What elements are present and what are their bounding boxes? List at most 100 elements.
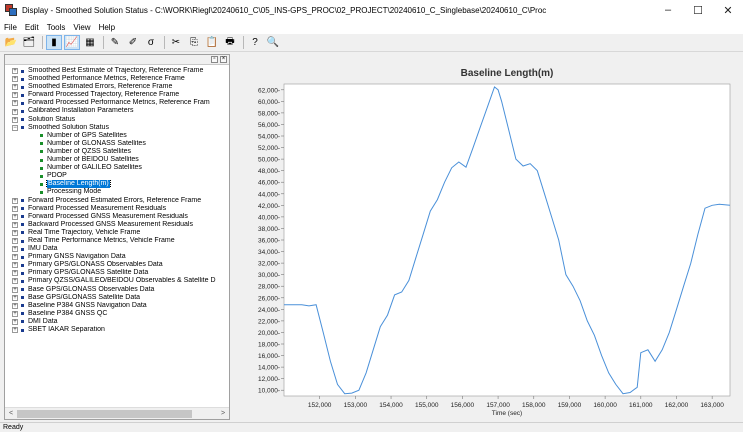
y-tick-label: 16,000- <box>258 353 280 360</box>
expand-icon[interactable]: + <box>12 108 18 115</box>
tree-item[interactable]: + Primary GPS/GLONASS Observables Data <box>5 261 229 269</box>
help-icon[interactable]: ? <box>247 35 263 50</box>
tree-item-label: Smoothed Solution Status <box>28 123 109 131</box>
close-button[interactable]: ✕ <box>713 0 743 20</box>
expand-icon[interactable]: + <box>12 327 18 334</box>
x-tick-label: 155,000 <box>415 402 439 409</box>
data-node-icon <box>21 320 24 324</box>
scroll-thumb[interactable] <box>17 410 192 418</box>
sigma-icon[interactable]: σ <box>143 35 159 50</box>
expand-icon[interactable]: + <box>12 100 18 107</box>
y-tick-label: 32,000- <box>258 261 280 268</box>
tree-child-item[interactable]: Baseline Length(m) <box>5 180 229 189</box>
tree-item[interactable]: + Forward Processed GNSS Measurement Resi… <box>5 213 229 221</box>
expand-icon[interactable]: + <box>12 229 18 236</box>
tree-child-item[interactable]: Processing Mode <box>5 188 229 196</box>
tree-child-item[interactable]: Number of QZSS Satellites <box>5 148 229 156</box>
tree-item-label: Base GPS/GLONASS Satellite Data <box>28 293 141 301</box>
horizontal-scrollbar[interactable]: < > <box>5 407 229 419</box>
tree-item[interactable]: + SBET IAKAR Separation <box>5 326 229 334</box>
expand-icon[interactable]: + <box>12 286 18 293</box>
expand-icon[interactable]: + <box>12 262 18 269</box>
minimize-button[interactable]: – <box>653 0 683 20</box>
paste-icon[interactable]: 📋 <box>204 35 220 50</box>
scroll-right-icon[interactable]: > <box>218 409 228 419</box>
expand-icon[interactable]: + <box>12 197 18 204</box>
expand-icon[interactable]: + <box>12 205 18 212</box>
y-tick-label: 26,000- <box>258 295 280 302</box>
tree-item[interactable]: + Forward Processed Estimated Errors, Ref… <box>5 197 229 205</box>
properties-icon[interactable]: 🗂 <box>21 35 37 50</box>
expand-icon[interactable]: + <box>12 92 18 99</box>
tree-item[interactable]: + Calibrated Installation Parameters <box>5 107 229 115</box>
expand-icon[interactable]: + <box>12 116 18 123</box>
data-node-icon <box>40 158 43 162</box>
table-view-icon[interactable]: ▦ <box>82 35 98 50</box>
tree-item[interactable]: + Baseline P384 GNSS QC <box>5 310 229 318</box>
tree-item[interactable]: + Base GPS/GLONASS Observables Data <box>5 286 229 294</box>
expand-icon[interactable]: + <box>12 221 18 228</box>
tree-item[interactable]: + Forward Processed Performance Metrics, … <box>5 99 229 107</box>
tree-item[interactable]: + Real Time Trajectory, Vehicle Frame <box>5 229 229 237</box>
expand-icon[interactable]: + <box>12 76 18 83</box>
menu-help[interactable]: Help <box>99 23 115 32</box>
expand-icon[interactable]: + <box>12 68 18 75</box>
expand-icon[interactable]: + <box>12 246 18 253</box>
tree-item[interactable]: + Forward Processed Measurement Residuals <box>5 205 229 213</box>
expand-icon[interactable]: + <box>12 270 18 277</box>
tree-item[interactable]: + Forward Processed Trajectory, Reference… <box>5 91 229 99</box>
tree-item-label: Smoothed Performance Metrics, Reference … <box>28 75 185 83</box>
tree-item[interactable]: + Baseline P384 GNSS Navigation Data <box>5 302 229 310</box>
cut-icon[interactable]: ✂ <box>168 35 184 50</box>
tree-item[interactable]: + Primary GPS/GLONASS Satellite Data <box>5 269 229 277</box>
y-tick-label: 42,000- <box>258 203 280 210</box>
scroll-left-icon[interactable]: < <box>6 409 16 419</box>
close-pane-icon[interactable]: × <box>220 56 227 63</box>
tree-item[interactable]: + Base GPS/GLONASS Satellite Data <box>5 294 229 302</box>
expand-icon[interactable]: + <box>12 84 18 91</box>
tree-child-item[interactable]: Number of GALILEO Satellites <box>5 164 229 172</box>
data-node-icon <box>21 93 24 97</box>
restore-pane-icon[interactable]: ▫ <box>211 56 218 63</box>
tree-item[interactable]: + IMU Data <box>5 245 229 253</box>
tree-child-item[interactable]: PDOP <box>5 172 229 180</box>
pencil-icon[interactable]: ✎ <box>107 35 123 50</box>
expand-icon[interactable]: + <box>12 254 18 261</box>
tree-item[interactable]: + Smoothed Performance Metrics, Reference… <box>5 75 229 83</box>
expand-icon[interactable]: + <box>12 238 18 245</box>
data-tree: + Smoothed Best Estimate of Trajectory, R… <box>5 67 229 407</box>
tree-item[interactable]: + Real Time Performance Metrics, Vehicle … <box>5 237 229 245</box>
chart-view-icon[interactable]: 📈 <box>64 35 80 50</box>
print-icon[interactable]: 🖶 <box>222 35 238 50</box>
tree-item[interactable]: + Solution Status <box>5 116 229 124</box>
marker-icon[interactable]: ✐ <box>125 35 141 50</box>
expand-icon[interactable]: + <box>12 213 18 220</box>
tree-view-icon[interactable]: ▮ <box>46 35 62 50</box>
expand-icon[interactable]: + <box>12 318 18 325</box>
maximize-button[interactable]: ☐ <box>683 0 713 20</box>
tree-item[interactable]: + Smoothed Estimated Errors, Reference Fr… <box>5 83 229 91</box>
menu-tools[interactable]: Tools <box>47 23 66 32</box>
tree-item[interactable]: + Smoothed Best Estimate of Trajectory, R… <box>5 67 229 75</box>
tree-item[interactable]: − Smoothed Solution Status <box>5 124 229 132</box>
open-folder-icon[interactable]: 📂 <box>3 35 19 50</box>
expand-icon[interactable]: + <box>12 310 18 317</box>
expand-icon[interactable]: + <box>12 278 18 285</box>
menu-view[interactable]: View <box>73 23 90 32</box>
copy-icon[interactable]: ⎘ <box>186 35 202 50</box>
collapse-icon[interactable]: − <box>12 124 18 131</box>
zoom-icon[interactable]: 🔍 <box>265 35 281 50</box>
baseline-length-chart[interactable]: Baseline Length(m) 10,000- 12,000- 14,000- 1… <box>234 54 740 420</box>
tree-child-item[interactable]: Number of GPS Satellites <box>5 132 229 140</box>
tree-item[interactable]: + DMI Data <box>5 318 229 326</box>
tree-child-item[interactable]: Number of BEIDOU Satellites <box>5 156 229 164</box>
expand-icon[interactable]: + <box>12 294 18 301</box>
menu-file[interactable]: File <box>4 23 17 32</box>
tree-item[interactable]: + Primary QZSS/GALILEO/BEIDOU Observables… <box>5 277 229 285</box>
tree-item[interactable]: + Backward Processed GNSS Measurement Res… <box>5 221 229 229</box>
menu-edit[interactable]: Edit <box>25 23 39 32</box>
tree-child-item[interactable]: Number of GLONASS Satellites <box>5 140 229 148</box>
tree-item[interactable]: + Primary GNSS Navigation Data <box>5 253 229 261</box>
y-tick-label: 58,000- <box>258 110 280 117</box>
expand-icon[interactable]: + <box>12 302 18 309</box>
